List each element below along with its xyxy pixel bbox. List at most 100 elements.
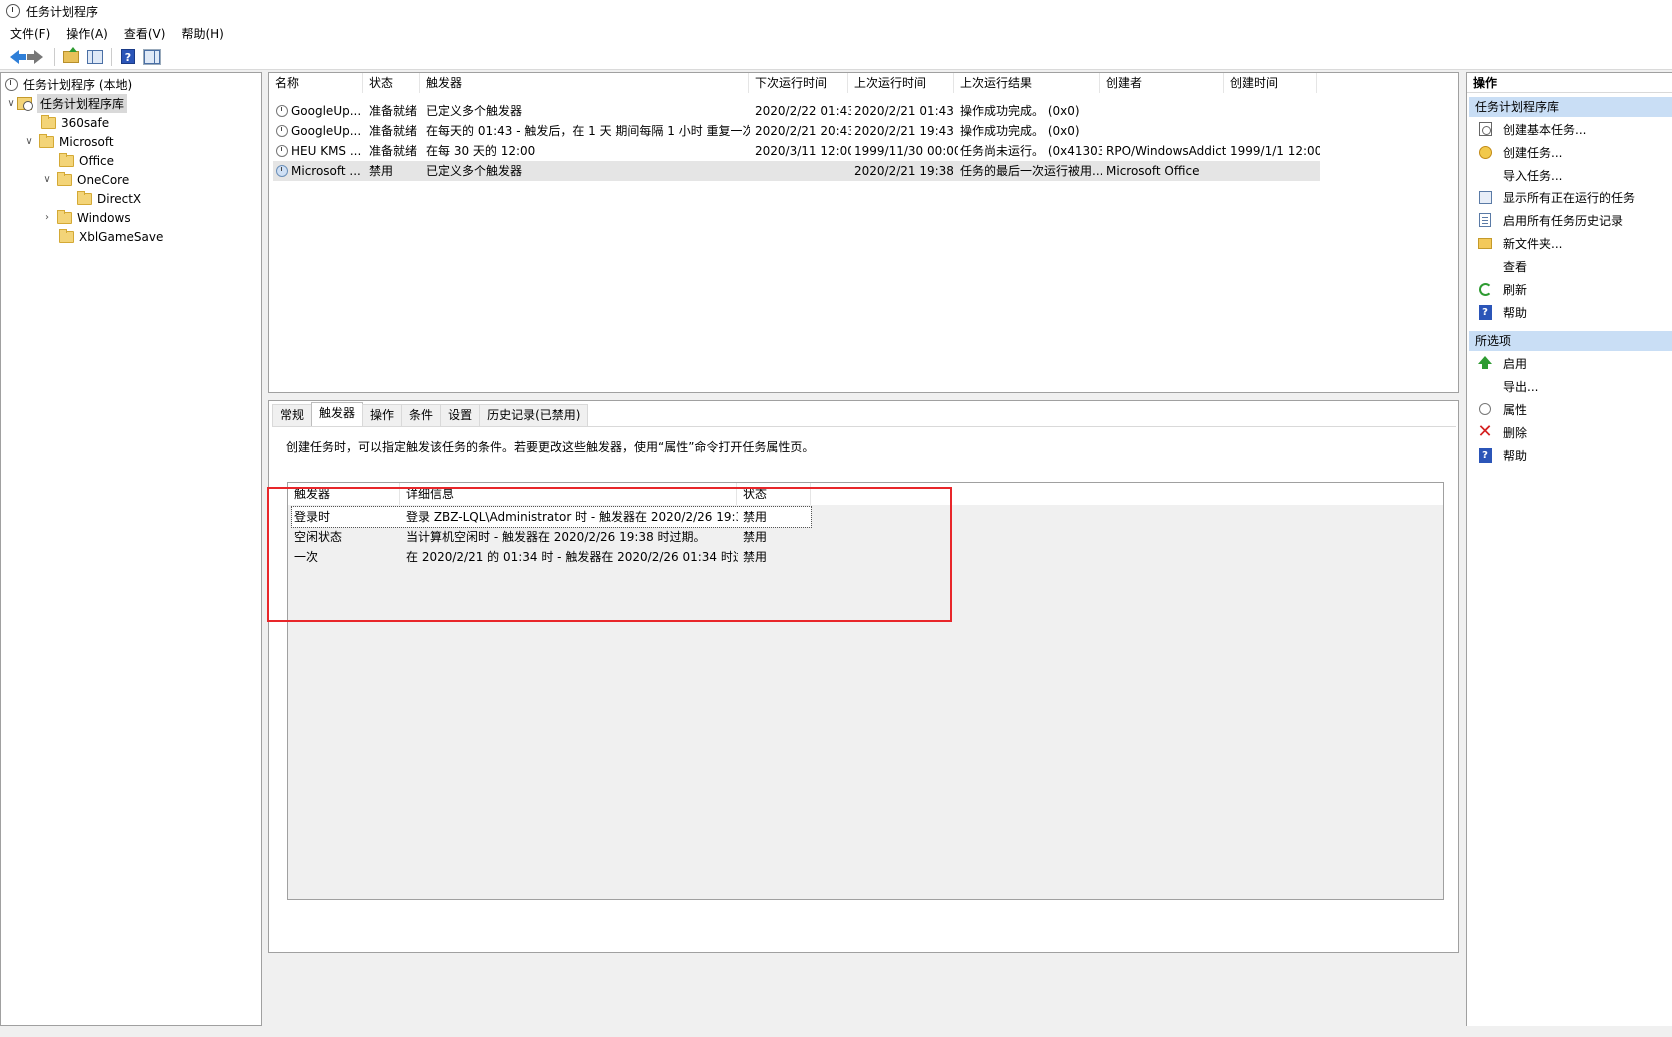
action-enable-all-history[interactable]: 启用所有任务历史记录	[1471, 209, 1671, 231]
column-header-trigger[interactable]: 触发器	[420, 73, 749, 93]
action-new-folder[interactable]: 新文件夹...	[1471, 232, 1671, 254]
triggers-table-header: 触发器 详细信息 状态	[288, 483, 1443, 505]
action-enable[interactable]: 启用	[1471, 352, 1671, 374]
column-header-details[interactable]: 详细信息	[400, 483, 737, 505]
action-display-running-tasks[interactable]: 显示所有正在运行的任务	[1471, 186, 1671, 208]
triggers-table: 触发器 详细信息 状态 登录时 登录 ZBZ-LQL\Administrator…	[287, 482, 1444, 900]
action-create-task[interactable]: 创建任务...	[1471, 141, 1671, 163]
create-basic-task-icon	[1478, 122, 1492, 136]
tree-node-root[interactable]: 任务计划程序 (本地)	[5, 75, 132, 94]
actions-section-library[interactable]: 任务计划程序库	[1469, 97, 1672, 117]
tab-triggers[interactable]: 触发器	[311, 402, 364, 426]
task-created	[1230, 101, 1320, 121]
folder-icon	[39, 133, 54, 148]
action-properties[interactable]: 属性	[1471, 398, 1671, 420]
tree-label-360safe: 360safe	[61, 115, 110, 130]
menu-help[interactable]: 帮助(H)	[173, 25, 231, 42]
trigger-status: 禁用	[743, 510, 768, 524]
triggers-description: 创建任务时，可以指定触发该任务的条件。若要更改这些触发器，使用“属性”命令打开任…	[286, 440, 815, 454]
up-folder-button[interactable]	[61, 46, 81, 67]
back-button[interactable]	[4, 47, 26, 67]
column-header-last-result[interactable]: 上次运行结果	[954, 73, 1100, 93]
trigger-row[interactable]: 登录时 登录 ZBZ-LQL\Administrator 时 - 触发器在 20…	[291, 506, 812, 528]
task-status: 禁用	[369, 164, 394, 178]
action-help[interactable]: ? 帮助	[1471, 301, 1671, 323]
show-hide-action-pane-button[interactable]	[142, 47, 162, 67]
tree-node-microsoft[interactable]: ∨ Microsoft	[23, 132, 114, 151]
task-name: GoogleUp...	[291, 124, 362, 138]
actions-section-selected[interactable]: 所选项	[1469, 331, 1672, 351]
show-hide-console-tree-button[interactable]	[85, 47, 105, 67]
tree-node-onecore[interactable]: ∨ OneCore	[41, 170, 129, 189]
menu-file[interactable]: 文件(F)	[0, 25, 58, 42]
tab-settings[interactable]: 设置	[440, 404, 481, 426]
help-button[interactable]: ?	[118, 47, 138, 67]
task-row[interactable]: GoogleUp... 准备就绪 已定义多个触发器 2020/2/22 01:4…	[273, 101, 1320, 121]
help-icon: ?	[1478, 304, 1492, 320]
task-clock-icon	[276, 145, 288, 157]
menu-view[interactable]: 查看(V)	[116, 25, 174, 42]
column-header-trigger[interactable]: 触发器	[288, 483, 400, 505]
task-clock-icon	[276, 125, 288, 137]
tree-node-library[interactable]: ∨ 任务计划程序库	[5, 94, 128, 113]
task-detail-panel: 常规 触发器 操作 条件 设置 历史记录(已禁用) 创建任务时，可以指定触发该任…	[268, 400, 1459, 953]
console-tree: 任务计划程序 (本地) ∨ 任务计划程序库 360safe ∨ Microsof…	[0, 72, 262, 1026]
task-row-selected[interactable]: Microsoft ... 禁用 已定义多个触发器 2020/2/21 19:3…	[273, 161, 1320, 181]
task-last-result: 任务的最后一次运行被用...	[960, 164, 1102, 178]
action-import-task[interactable]: 导入任务...	[1471, 164, 1671, 186]
task-row[interactable]: GoogleUp... 准备就绪 在每天的 01:43 - 触发后，在 1 天 …	[273, 121, 1320, 141]
action-label: 导入任务...	[1503, 168, 1563, 183]
tree-label-microsoft: Microsoft	[59, 134, 114, 149]
task-author	[1106, 121, 1226, 141]
chevron-down-icon[interactable]: ∨	[41, 174, 53, 185]
chevron-down-icon[interactable]: ∨	[23, 136, 35, 147]
tree-node-xblgamesave[interactable]: XblGameSave	[59, 227, 163, 246]
trigger-row[interactable]: 一次 在 2020/2/21 的 01:34 时 - 触发器在 2020/2/2…	[292, 547, 811, 567]
task-row[interactable]: HEU KMS ... 准备就绪 在每 30 天的 12:00 2020/3/1…	[273, 141, 1320, 161]
delete-x-icon: ✕	[1477, 421, 1493, 442]
column-header-trigger-status[interactable]: 状态	[737, 483, 811, 505]
forward-arrow-icon	[26, 49, 43, 64]
action-help-selected[interactable]: ? 帮助	[1471, 444, 1671, 466]
tab-history[interactable]: 历史记录(已禁用)	[479, 404, 589, 426]
tree-node-360safe[interactable]: 360safe	[41, 113, 109, 132]
column-header-author[interactable]: 创建者	[1100, 73, 1224, 93]
tree-node-office[interactable]: Office	[59, 151, 114, 170]
library-folder-icon	[17, 97, 33, 111]
tab-general[interactable]: 常规	[272, 404, 313, 426]
tree-node-windows[interactable]: › Windows	[41, 208, 131, 227]
column-header-created[interactable]: 创建时间	[1224, 73, 1317, 93]
action-label: 帮助	[1503, 305, 1528, 320]
action-label: 帮助	[1503, 448, 1528, 463]
tree-node-directx[interactable]: DirectX	[77, 189, 141, 208]
trigger-row[interactable]: 空闲状态 当计算机空闲时 - 触发器在 2020/2/26 19:38 时过期。…	[292, 527, 811, 547]
column-header-name[interactable]: 名称	[269, 73, 363, 93]
trigger-status: 禁用	[743, 530, 768, 544]
column-header-status[interactable]: 状态	[363, 73, 420, 93]
action-delete[interactable]: ✕ 删除	[1471, 421, 1671, 443]
tab-actions[interactable]: 操作	[362, 404, 403, 426]
tab-conditions[interactable]: 条件	[401, 404, 442, 426]
trigger-status: 禁用	[743, 550, 768, 564]
column-header-next-run[interactable]: 下次运行时间	[749, 73, 848, 93]
status-bar	[0, 1026, 1672, 1037]
trigger-type: 一次	[294, 550, 319, 564]
action-pane-icon	[143, 48, 161, 65]
folder-icon	[59, 152, 74, 167]
column-header-last-run[interactable]: 上次运行时间	[848, 73, 954, 93]
action-export[interactable]: 导出...	[1471, 375, 1671, 397]
action-create-basic-task[interactable]: 创建基本任务...	[1471, 118, 1671, 140]
task-next-run: 2020/2/22 01:43	[755, 104, 851, 118]
chevron-right-icon[interactable]: ›	[41, 212, 53, 223]
chevron-down-icon[interactable]: ∨	[5, 98, 17, 109]
task-next-run	[755, 161, 851, 181]
forward-button[interactable]	[26, 47, 48, 67]
action-refresh[interactable]: 刷新	[1471, 278, 1671, 300]
menu-action[interactable]: 操作(A)	[58, 25, 116, 42]
console-tree-icon	[87, 49, 103, 64]
action-label: 创建基本任务...	[1503, 122, 1587, 137]
task-created	[1230, 121, 1320, 141]
task-name: HEU KMS ...	[291, 144, 362, 158]
action-view[interactable]: 查看	[1471, 255, 1671, 277]
running-tasks-icon	[1478, 190, 1492, 204]
